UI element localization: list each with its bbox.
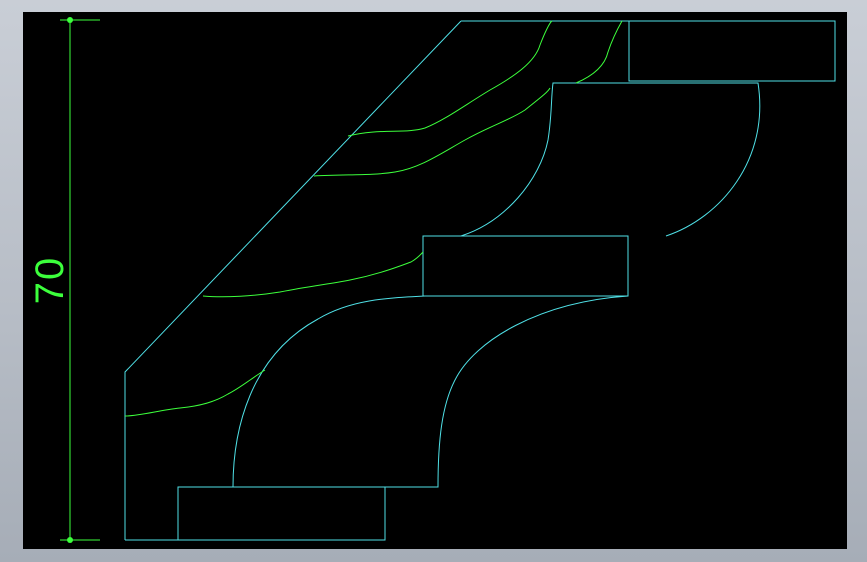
upper-cove-curve [460,82,761,237]
bottom-fillet-block [177,486,386,541]
molding-profile [124,20,836,541]
grain-line-4 [202,251,424,298]
grain-line-5 [124,369,266,417]
grain-lines [124,20,623,417]
grain-line-2 [313,87,551,177]
profile-outer-chamfer [124,20,462,540]
grain-line-3 [575,20,623,84]
middle-step-block [422,235,629,297]
vertical-dimension: 70 [28,17,100,543]
dimension-value-label: 70 [28,256,72,305]
cad-drawing: 70 [28,17,836,543]
top-cap-block [628,20,836,82]
dimension-bottom-endpoint[interactable] [67,537,73,543]
dimension-top-endpoint[interactable] [67,17,73,23]
lower-ogee-curve [232,295,629,488]
grain-line-1 [347,20,553,137]
